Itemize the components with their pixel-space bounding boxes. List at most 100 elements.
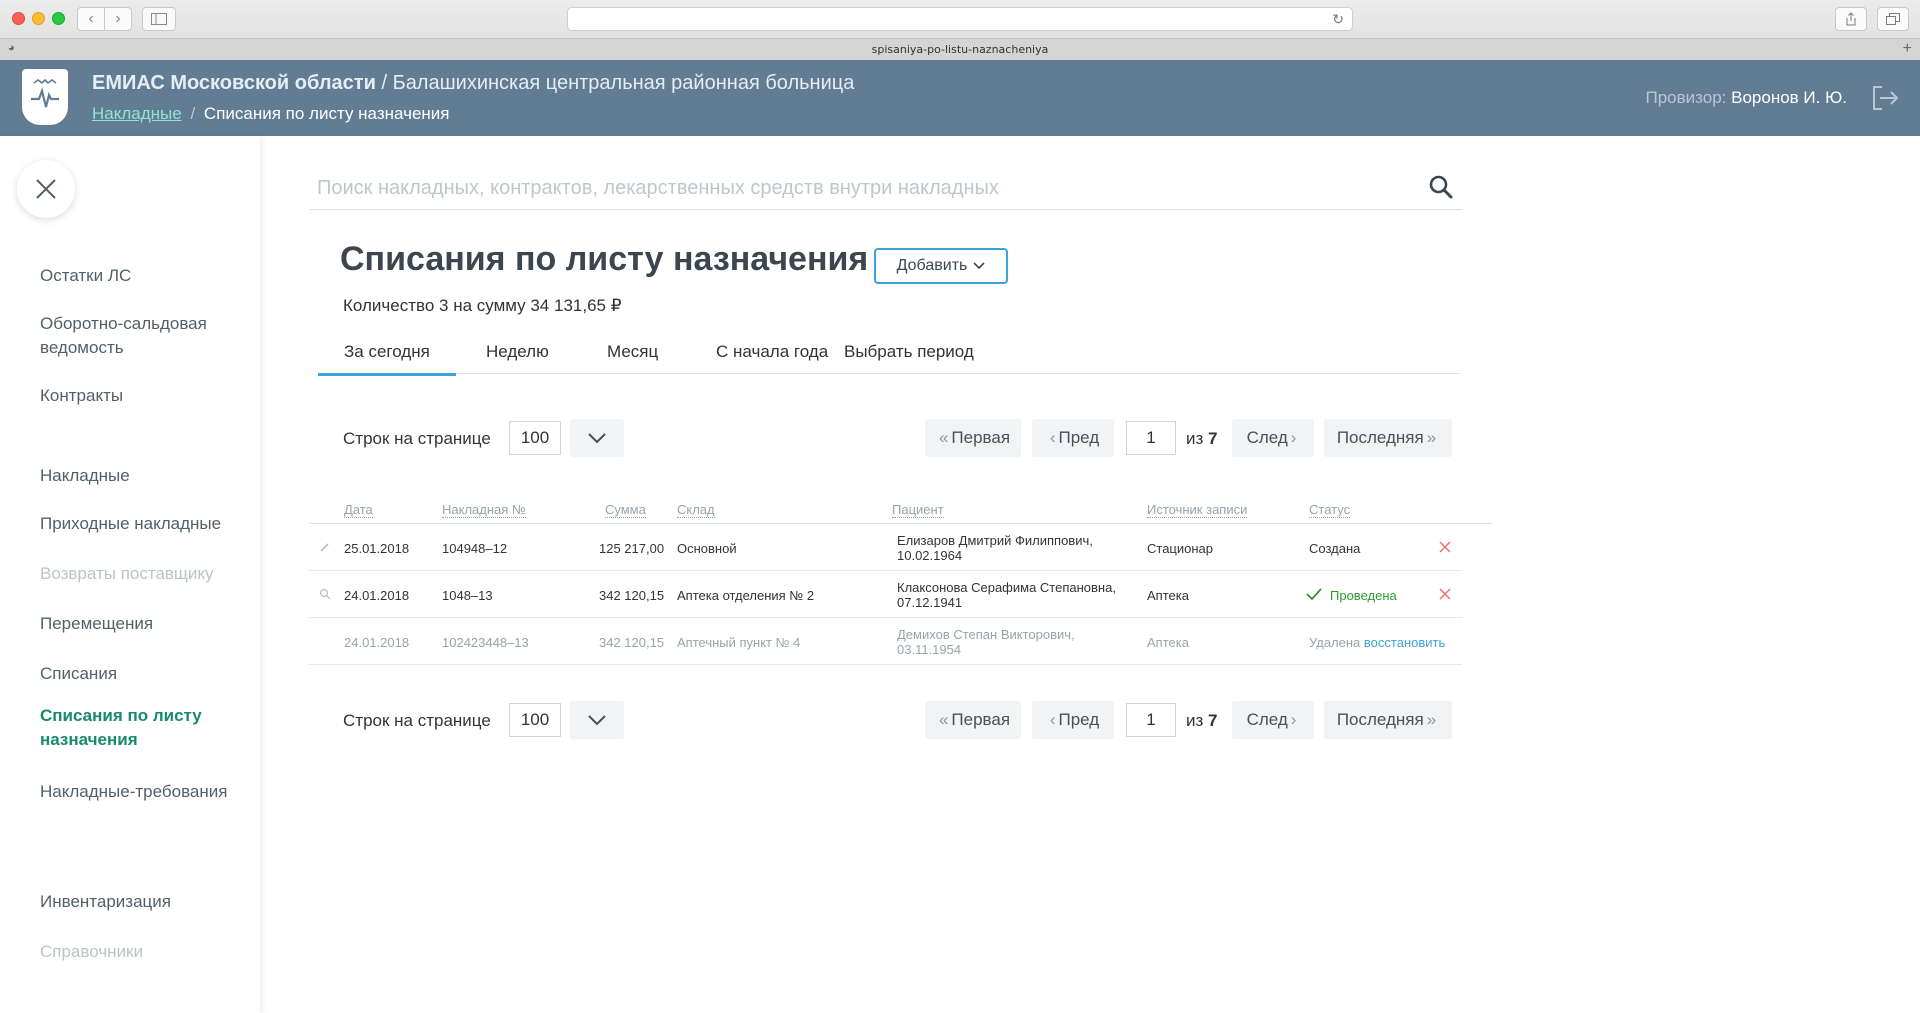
share-icon (1846, 12, 1856, 26)
patient-dob: 10.02.1964 (897, 548, 963, 563)
double-chevron-left-icon: « (938, 428, 949, 447)
zoom-window-button[interactable] (52, 12, 65, 25)
table-row[interactable]: 24.01.2018 1048–13 342 120,15 Аптека отд… (309, 571, 1462, 618)
status-badge: Проведена (1330, 588, 1397, 603)
tab-week[interactable]: Неделю (486, 342, 549, 362)
first-page-button[interactable]: «Первая (925, 419, 1021, 457)
forward-button[interactable]: › (104, 7, 132, 31)
patient-name: Клаксонова Серафима Степановна, (897, 580, 1116, 595)
next-page-button[interactable]: След › (1232, 419, 1314, 457)
first-page-button[interactable]: «Первая (925, 701, 1021, 739)
next-page-button[interactable]: След › (1232, 701, 1314, 739)
chevron-left-icon: ‹ (1049, 710, 1056, 729)
cell-patient: Демихов Степан Викторович, 03.11.1954 (897, 627, 1075, 657)
patient-dob: 07.12.1941 (897, 595, 963, 610)
tab-today[interactable]: За сегодня (318, 342, 456, 376)
breadcrumb-link-invoices[interactable]: Накладные (92, 104, 182, 123)
status-badge: Создана (1309, 541, 1361, 556)
sidebar-item-writeoffs-prescription[interactable]: Списания по листу назначения (40, 704, 250, 752)
close-icon (36, 179, 56, 199)
restore-link[interactable]: восстановить (1364, 635, 1445, 650)
pager-top: Строк на странице «Первая ‹Пред из 7 Сле… (260, 419, 1720, 459)
logout-icon (1873, 86, 1899, 110)
sidebar-item-requisitions[interactable]: Накладные-требования (40, 780, 250, 804)
sidebar-toggle-button[interactable] (142, 7, 176, 31)
sidebar-item-writeoffs[interactable]: Списания (40, 662, 250, 686)
sidebar-item-turnover[interactable]: Оборотно-сальдовая ведомость (40, 312, 250, 360)
tabs-icon (1886, 13, 1900, 25)
table-row[interactable]: 25.01.2018 104948–12 125 217,00 Основной… (309, 524, 1462, 571)
sidebar-item-stock[interactable]: Остатки ЛС (40, 264, 250, 288)
tab-month[interactable]: Месяц (607, 342, 658, 362)
column-source[interactable]: Источник записи (1147, 502, 1248, 518)
user-role: Провизор: (1645, 88, 1727, 107)
first-page-label: Первая (951, 710, 1011, 729)
sidebar-item-incoming[interactable]: Приходные накладные (40, 512, 250, 536)
close-sidebar-button[interactable] (17, 160, 75, 218)
breadcrumb: Накладные / Списания по листу назначения (92, 104, 449, 124)
sidebar-item-inventory[interactable]: Инвентаризация (40, 890, 250, 914)
patient-name: Елизаров Дмитрий Филиппович, (897, 533, 1093, 548)
sidebar-item-invoices[interactable]: Накладные (40, 464, 250, 488)
browser-tab-title[interactable]: spisaniya-po-listu-naznacheniya (40, 43, 1880, 56)
show-tabs-button[interactable] (1877, 7, 1909, 31)
last-page-button[interactable]: Последняя» (1324, 701, 1452, 739)
column-sum[interactable]: Сумма (605, 502, 646, 518)
pencil-icon[interactable] (319, 541, 331, 553)
of-label: из (1186, 711, 1204, 730)
minimize-window-button[interactable] (32, 12, 45, 25)
first-page-label: Первая (951, 428, 1011, 447)
page-total: из 7 (1186, 711, 1218, 731)
chevron-right-icon: › (1290, 710, 1297, 729)
cell-status: Удалена восстановить (1309, 635, 1445, 650)
cell-date: 24.01.2018 (344, 635, 410, 650)
tab-custom-period[interactable]: Выбрать период (844, 342, 974, 362)
delete-icon[interactable] (1438, 540, 1452, 554)
sidebar-icon (151, 13, 167, 25)
cell-date: 25.01.2018 (344, 541, 410, 556)
magnifier-icon[interactable] (319, 588, 331, 600)
reload-icon[interactable]: ↻ (1332, 11, 1344, 28)
tab-bar: ◕ spisaniya-po-listu-naznacheniya + (0, 38, 1920, 60)
rows-per-page-dropdown[interactable] (570, 419, 624, 457)
page-number-input[interactable] (1126, 703, 1176, 737)
rows-per-page-dropdown[interactable] (570, 701, 624, 739)
prev-page-label: Пред (1058, 710, 1100, 729)
cell-number: 104948–12 (442, 541, 508, 556)
column-date[interactable]: Дата (344, 502, 373, 518)
emias-logo[interactable] (22, 69, 68, 125)
total-pages: 7 (1208, 711, 1218, 730)
cell-warehouse: Аптека отделения № 2 (677, 588, 815, 603)
search-icon[interactable] (1428, 174, 1454, 200)
cell-number: 1048–13 (442, 588, 493, 603)
share-button[interactable] (1835, 7, 1867, 31)
cell-source: Аптека (1147, 588, 1189, 603)
double-chevron-right-icon: » (1426, 710, 1437, 729)
logout-button[interactable] (1870, 84, 1900, 112)
search-input[interactable] (317, 174, 1397, 202)
add-button[interactable]: Добавить (874, 248, 1008, 284)
page-number-input[interactable] (1126, 421, 1176, 455)
table-row[interactable]: 24.01.2018 102423448–13 342 120,15 Аптеч… (309, 618, 1462, 665)
rows-per-page-label: Строк на странице (343, 429, 491, 448)
column-status[interactable]: Статус (1309, 502, 1351, 518)
address-bar[interactable]: ↻ (567, 7, 1353, 31)
next-page-label: След (1246, 710, 1288, 729)
rows-per-page-input[interactable] (509, 421, 561, 455)
column-number[interactable]: Накладная № (442, 502, 526, 518)
back-button[interactable]: ‹ (77, 7, 105, 31)
prev-page-button[interactable]: ‹ Пред (1032, 701, 1114, 739)
sidebar-item-contracts[interactable]: Контракты (40, 384, 250, 408)
prev-page-button[interactable]: ‹ Пред (1032, 419, 1114, 457)
tab-year-to-date[interactable]: С начала года (716, 342, 828, 362)
sidebar-item-transfers[interactable]: Перемещения (40, 612, 250, 636)
column-warehouse[interactable]: Склад (677, 502, 715, 518)
close-window-button[interactable] (12, 12, 25, 25)
column-patient[interactable]: Пациент (892, 502, 944, 518)
new-tab-icon[interactable]: + (1903, 40, 1912, 58)
last-page-label: Последняя (1336, 710, 1424, 729)
rows-per-page-input[interactable] (509, 703, 561, 737)
cell-number: 102423448–13 (442, 635, 529, 650)
last-page-button[interactable]: Последняя» (1324, 419, 1452, 457)
delete-icon[interactable] (1438, 587, 1452, 601)
